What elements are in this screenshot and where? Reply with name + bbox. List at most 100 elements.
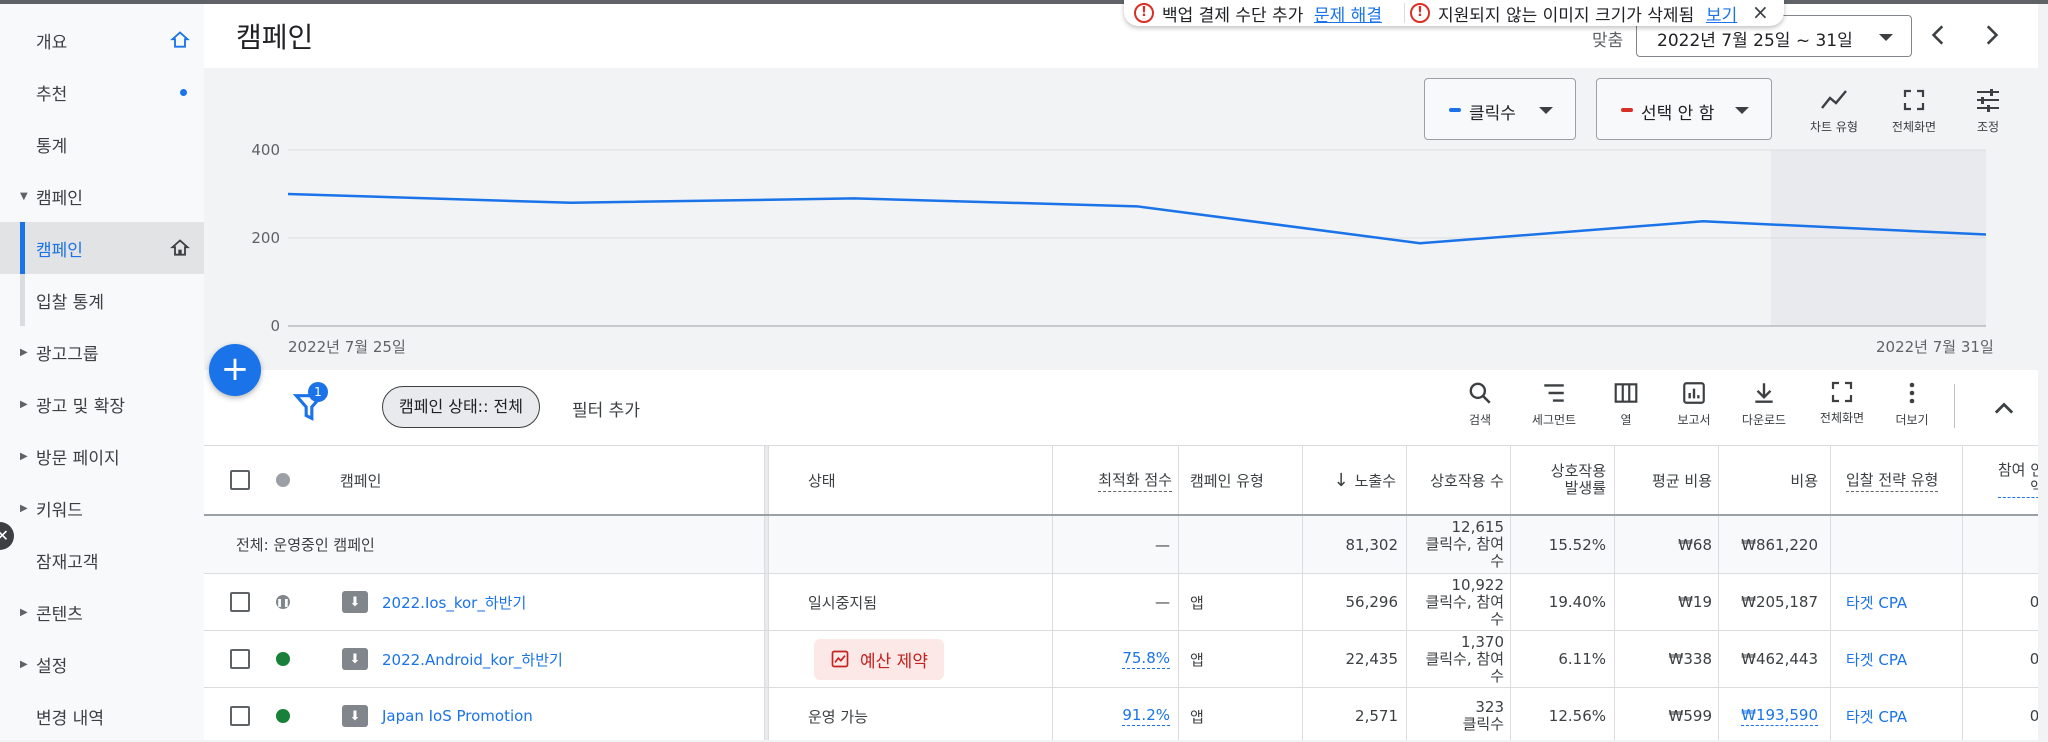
value-line: 클릭수, 참여 [1425,594,1504,611]
sidebar-item-change-history[interactable]: 변경 내역 [0,690,204,742]
row-checkbox[interactable] [230,592,250,612]
sidebar-item-label: 콘텐츠 [36,600,83,625]
frozen-column-divider [764,574,769,630]
campaign-name-link[interactable]: 2022.Ios_kor_하반기 [382,574,526,630]
col-header-partial[interactable]: 참여 인액 [1964,446,2038,514]
table-fullscreen-button[interactable]: 전체화면 [1804,380,1880,426]
column-divider [1052,446,1053,514]
next-period-icon[interactable] [1978,22,2004,48]
download-icon [1751,380,1777,406]
fix-issue-link[interactable]: 문제 해결 [1314,1,1382,26]
sort-arrow-icon: ↓ [1334,470,1349,491]
column-divider [1406,574,1407,630]
total-label: 전체: 운영중인 캠페인 [236,516,375,573]
campaign-name-link[interactable]: Japan IoS Promotion [382,688,533,740]
bid-strategy-link[interactable]: 타겟 CPA [1846,574,1907,630]
sidebar-item-label: 캠페인 [36,184,83,209]
performance-chart-panel: 클릭수 선택 안 함 차트 유형 전체화면 조정 0200400 2022년 7… [204,68,2038,370]
col-header-interaction-rate[interactable]: 상호작용발생률 [1512,446,1606,514]
sidebar-item-insights[interactable]: 통계 [0,118,204,170]
bid-strategy-link[interactable]: 타겟 CPA [1846,688,1907,740]
opt-score[interactable]: 91.2% [1054,688,1170,740]
add-filter-button[interactable]: 필터 추가 [572,396,640,421]
columns-button[interactable]: 열 [1588,380,1664,428]
col-header-campaign[interactable]: 캠페인 [340,446,381,514]
column-divider [1614,631,1615,687]
column-divider [1302,631,1303,687]
impressions: 56,296 [1304,574,1398,630]
campaign-type: 앱 [1190,631,1204,687]
col-header-impressions[interactable]: ↓노출수 [1304,446,1396,514]
view-link[interactable]: 보기 [1706,1,1737,26]
bid-strategy-link[interactable]: 타겟 CPA [1846,631,1907,687]
opt-score[interactable]: 75.8% [1054,631,1170,687]
more-button[interactable]: 더보기 [1874,380,1950,428]
sidebar-item-campaigns[interactable]: 캠페인 [0,222,204,274]
sidebar-item-ads-extensions[interactable]: ▶ 광고 및 확장 [0,378,204,430]
sidebar-item-ad-groups[interactable]: ▶ 광고그룹 [0,326,204,378]
collapse-chevron-icon[interactable] [1990,394,2018,422]
date-range-value: 2022년 7월 25일 ~ 31일 [1657,26,1853,51]
col-header-status[interactable]: 상태 [808,446,836,514]
status-filter-chip[interactable]: 캠페인 상태:: 전체 [382,386,540,428]
page-title: 캠페인 [236,16,313,56]
sidebar-item-auction-insights[interactable]: 입찰 통계 [0,274,204,326]
sidebar-group-campaigns[interactable]: ▼ 캠페인 [0,170,204,222]
cost: ₩462,443 [1720,631,1818,687]
campaign-name-link[interactable]: 2022.Android_kor_하반기 [382,631,563,687]
sidebar-item-recommendations[interactable]: 추천 [0,66,204,118]
sidebar-item-keywords[interactable]: ▶ 키워드 [0,482,204,534]
close-notice-icon[interactable]: × [1752,0,1769,24]
sidebar-item-label: 개요 [36,28,67,53]
column-divider [1052,574,1053,630]
x-axis-start-label: 2022년 7월 25일 [288,336,406,357]
column-divider [1302,516,1303,573]
table-toolbar: 1 캠페인 상태:: 전체 필터 추가 검색 세그먼트 열 보고서 다운로드 전… [204,370,2038,446]
search-button[interactable]: 검색 [1442,380,1518,428]
col-header-cost[interactable]: 비용 [1720,446,1818,514]
sidebar-item-settings[interactable]: ▶ 설정 [0,638,204,690]
select-all-cell [230,446,250,514]
column-divider [1178,631,1179,687]
enabled-status-icon[interactable] [276,709,290,723]
tool-label: 열 [1588,411,1664,428]
error-icon: ! [1410,3,1430,23]
col-header-opt-score[interactable]: 최적화 점수 [1054,446,1172,514]
tool-label: 검색 [1442,411,1518,428]
column-divider [1830,631,1831,687]
budget-limited-badge[interactable]: 예산 제약 [814,639,944,680]
enabled-status-icon[interactable] [276,652,290,666]
col-header-bid-strategy[interactable]: 입찰 전략 유형 [1846,446,1938,514]
sidebar-item-landing-pages[interactable]: ▶ 방문 페이지 [0,430,204,482]
row-checkbox[interactable] [230,706,250,726]
col-header-avg-cost[interactable]: 평균 비용 [1616,446,1712,514]
column-divider [1962,631,1963,687]
segment-button[interactable]: 세그먼트 [1516,380,1592,428]
sidebar-item-overview[interactable]: 개요 [0,14,204,66]
cost[interactable]: ₩193,590 [1720,688,1818,740]
value-line: 클릭수 [1463,716,1504,733]
app-download-icon: ⬇ [342,591,368,613]
paused-icon[interactable]: ❚❚ [276,595,290,609]
column-divider [1406,631,1407,687]
col-header-campaign-type[interactable]: 캠페인 유형 [1190,446,1264,514]
download-button[interactable]: 다운로드 [1726,380,1802,428]
add-campaign-button[interactable]: + [209,344,261,396]
col-header-interactions[interactable]: 상호작용 수 [1408,446,1504,514]
previous-period-icon[interactable] [1926,22,1952,48]
total-cost: ₩861,220 [1720,516,1818,573]
row-status-cell: ❚❚ [276,574,290,630]
column-divider [1614,688,1615,740]
table-row: ⬇ Japan IoS Promotion 운영 가능 91.2% 앱 2,57… [204,688,2038,740]
opt-score-value: 91.2% [1122,706,1170,726]
interactions: 323클릭수 [1408,688,1504,740]
column-divider [1178,688,1179,740]
row-checkbox[interactable] [230,649,250,669]
select-all-checkbox[interactable] [230,470,250,490]
sidebar-item-audiences[interactable]: 잠재고객 [0,534,204,586]
column-divider [1830,688,1831,740]
reports-button[interactable]: 보고서 [1656,380,1732,428]
column-divider [1510,446,1511,514]
sidebar-item-content[interactable]: ▶ 콘텐츠 [0,586,204,638]
segment-icon [1541,380,1567,406]
